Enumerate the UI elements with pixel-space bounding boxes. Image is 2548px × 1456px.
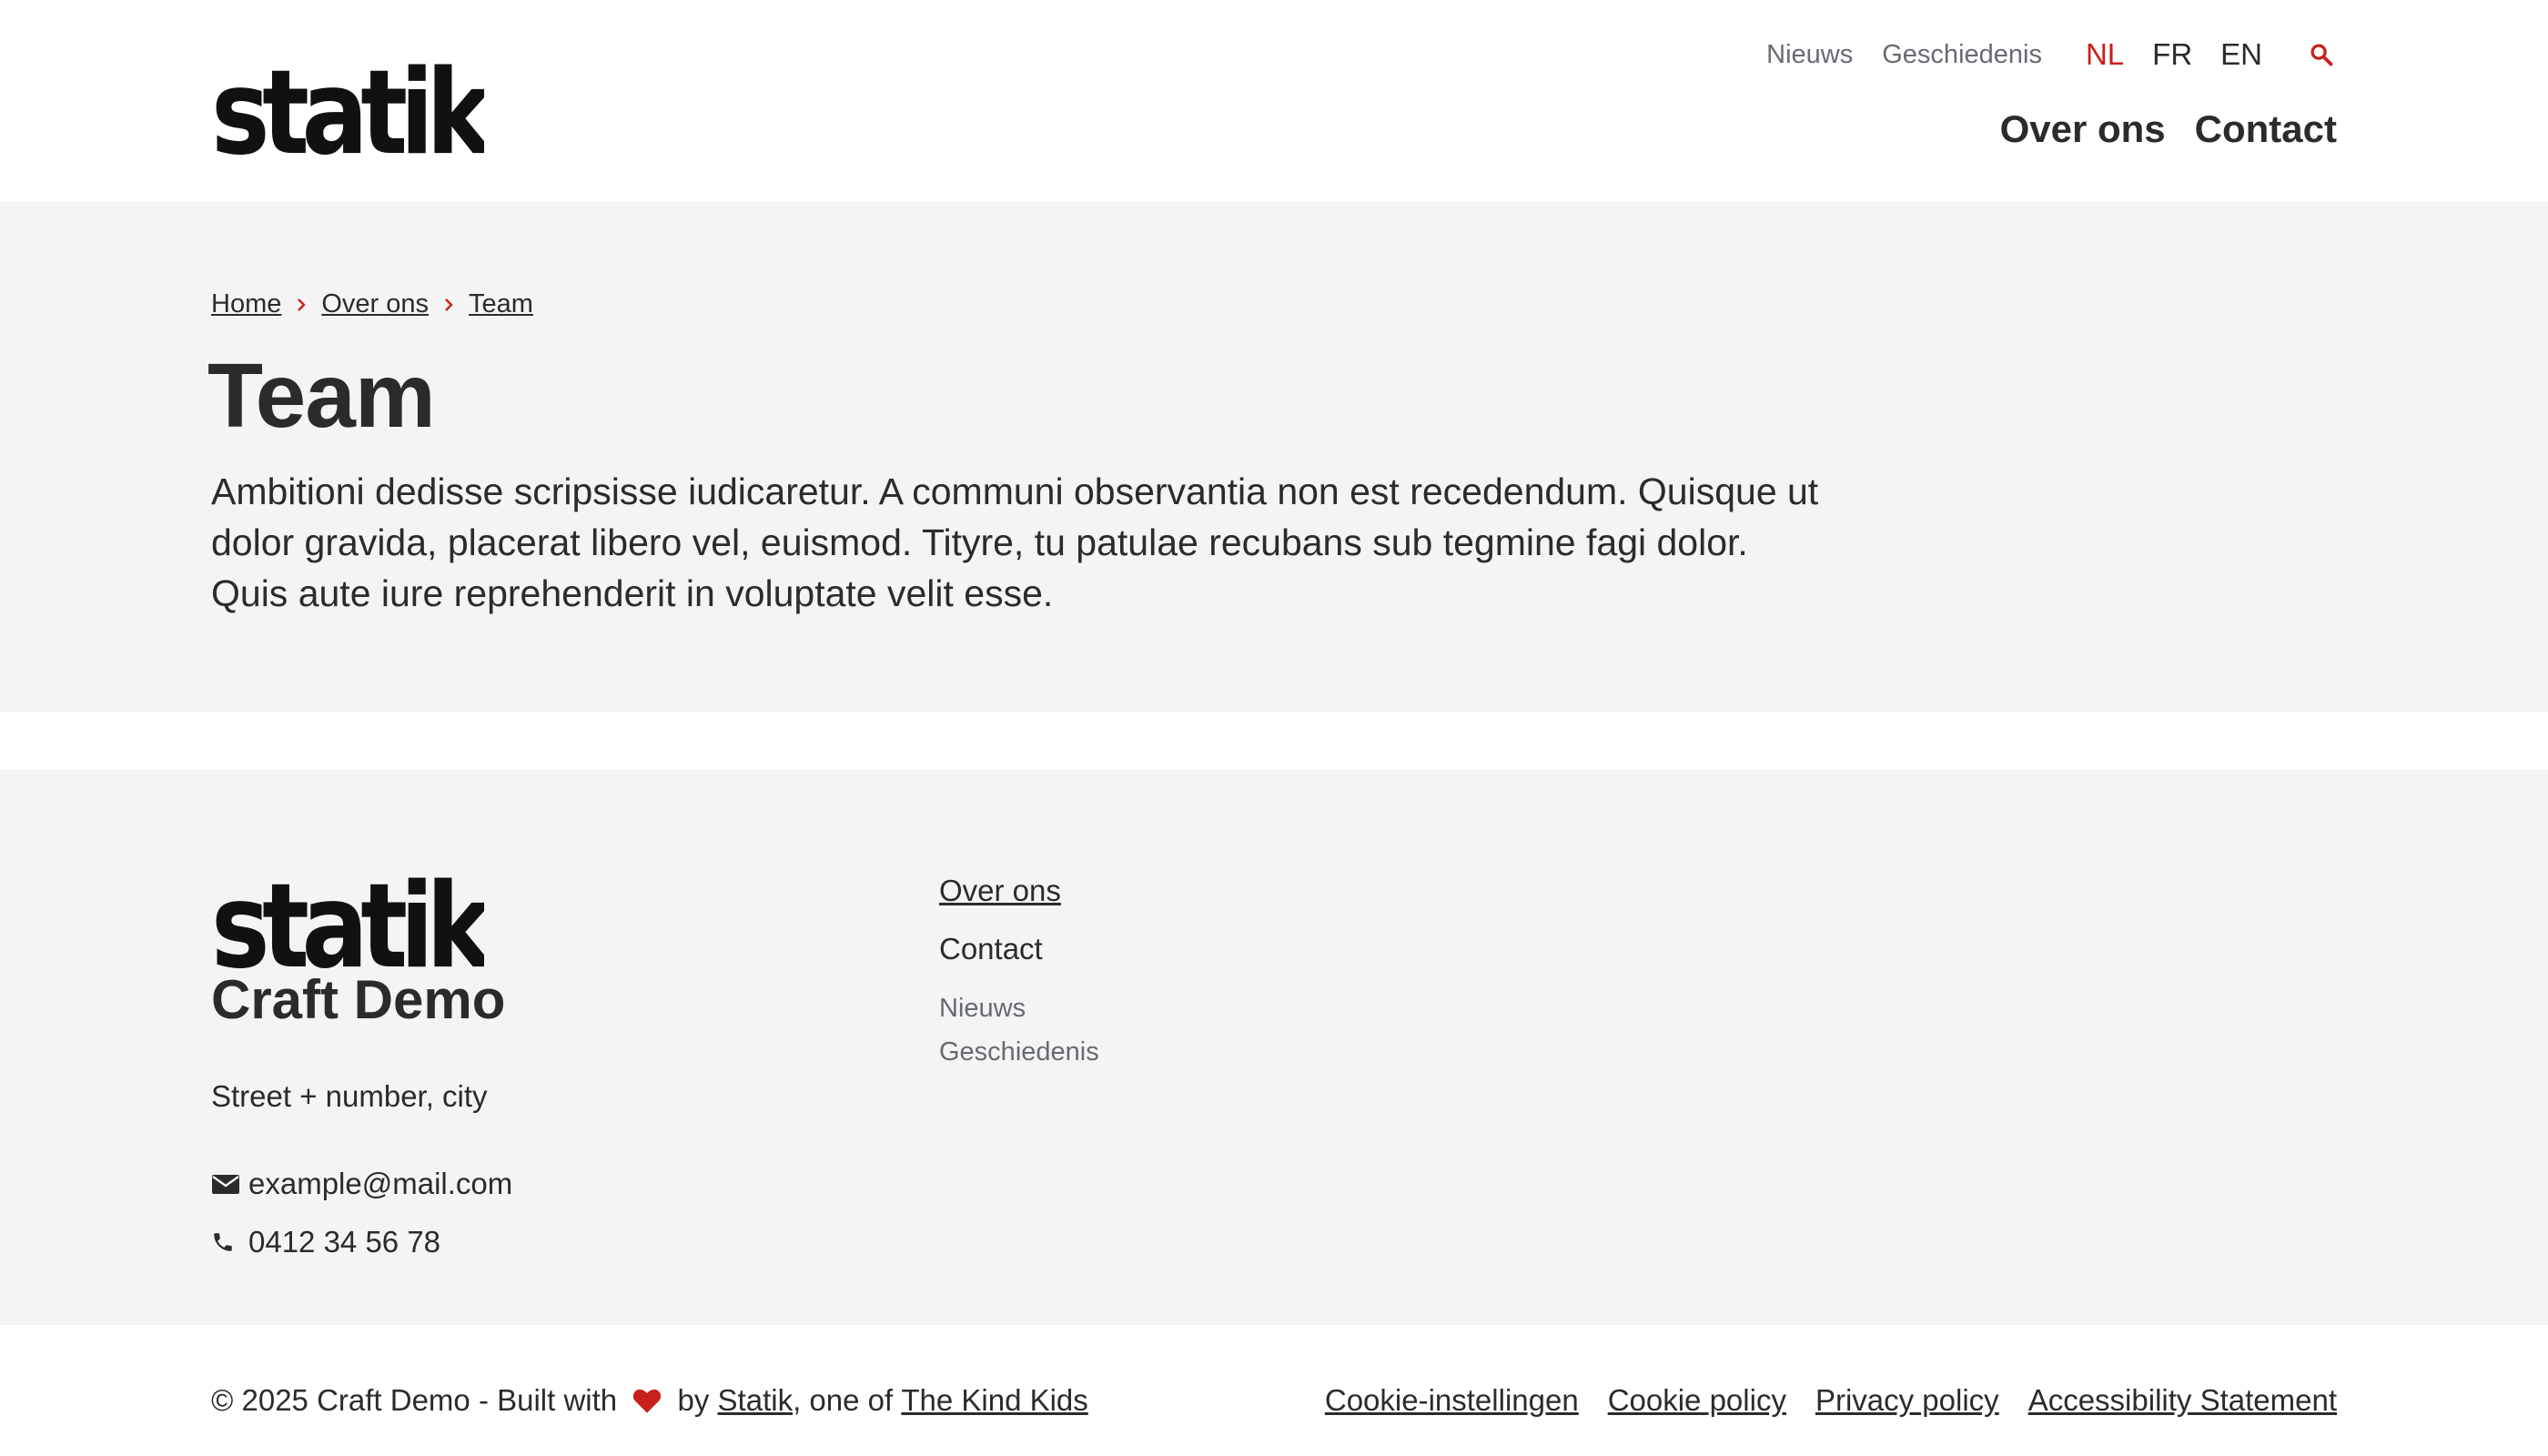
- privacy-policy-link[interactable]: Privacy policy: [1815, 1383, 1999, 1418]
- breadcrumb: Home Over ons Team: [211, 289, 533, 319]
- copyright-one-of: , one of: [793, 1383, 902, 1417]
- language-fr[interactable]: FR: [2152, 37, 2192, 72]
- search-icon: [2310, 44, 2333, 66]
- main-nav: Over ons Contact: [1971, 107, 2337, 151]
- language-en[interactable]: EN: [2220, 37, 2262, 72]
- site-header: statik Nieuws Geschiedenis NL FR EN Over…: [0, 0, 2548, 202]
- heart-icon: [631, 1386, 663, 1415]
- footer-nav: Over ons Contact Nieuws Geschiedenis: [939, 874, 1099, 1074]
- statik-logo[interactable]: statik: [211, 46, 484, 159]
- copyright-text: © 2025 Craft Demo - Built with: [211, 1383, 626, 1417]
- breadcrumb-over-ons[interactable]: Over ons: [321, 289, 429, 319]
- language-nl[interactable]: NL: [2086, 37, 2124, 72]
- svg-text:statik: statik: [211, 46, 484, 159]
- cookie-settings-link[interactable]: Cookie-instellingen: [1325, 1383, 1579, 1418]
- footer-address: Street + number, city: [211, 1079, 488, 1113]
- the-kind-kids-link[interactable]: The Kind Kids: [901, 1383, 1087, 1418]
- main-nav-contact[interactable]: Contact: [2195, 107, 2337, 151]
- search-button[interactable]: [2306, 39, 2337, 70]
- page-hero: Home Over ons Team Team Ambitioni dediss…: [0, 202, 2548, 712]
- accessibility-statement-link[interactable]: Accessibility Statement: [2028, 1383, 2337, 1418]
- footer-email-text: example@mail.com: [248, 1167, 513, 1200]
- bottom-bar: © 2025 Craft Demo - Built with by Statik…: [0, 1325, 2548, 1456]
- chevron-right-icon: [429, 296, 469, 314]
- nav-link-nieuws[interactable]: Nieuws: [1766, 40, 1853, 70]
- copyright-by: by: [669, 1383, 718, 1417]
- main-nav-over-ons[interactable]: Over ons: [2000, 107, 2166, 151]
- page-title: Team: [207, 345, 436, 447]
- footer-phone[interactable]: 0412 34 56 78: [211, 1225, 440, 1259]
- utility-nav: Nieuws Geschiedenis NL FR EN: [1737, 35, 2337, 75]
- footer-nav-over-ons[interactable]: Over ons: [939, 874, 1099, 907]
- breadcrumb-team[interactable]: Team: [469, 289, 533, 319]
- mail-icon: [211, 1168, 242, 1199]
- statik-logo-mark: statik: [211, 859, 484, 973]
- footer-nav-geschiedenis[interactable]: Geschiedenis: [939, 1030, 1099, 1074]
- page-intro: Ambitioni dedisse scripsisse iudicaretur…: [211, 470, 1819, 614]
- footer-nav-contact[interactable]: Contact: [939, 932, 1099, 966]
- chevron-right-icon: [281, 296, 321, 314]
- footer-site-name: Craft Demo: [211, 969, 506, 1030]
- footer-statik-logo[interactable]: statik: [211, 859, 484, 973]
- footer-email[interactable]: example@mail.com: [211, 1167, 512, 1201]
- legal-links: Cookie-instellingen Cookie policy Privac…: [1296, 1383, 2337, 1418]
- phone-icon: [211, 1227, 242, 1258]
- breadcrumb-home[interactable]: Home: [211, 289, 281, 319]
- cookie-policy-link[interactable]: Cookie policy: [1608, 1383, 1786, 1418]
- copyright: © 2025 Craft Demo - Built with by Statik…: [211, 1383, 1088, 1418]
- nav-link-geschiedenis[interactable]: Geschiedenis: [1882, 40, 2042, 70]
- site-footer: statik Craft Demo Street + number, city …: [0, 770, 2548, 1325]
- statik-link[interactable]: Statik: [718, 1383, 794, 1418]
- footer-phone-text: 0412 34 56 78: [248, 1225, 441, 1259]
- statik-logo-mark: statik: [211, 46, 484, 159]
- footer-nav-nieuws[interactable]: Nieuws: [939, 986, 1099, 1030]
- svg-text:statik: statik: [211, 859, 484, 973]
- section-spacer: [0, 712, 2548, 770]
